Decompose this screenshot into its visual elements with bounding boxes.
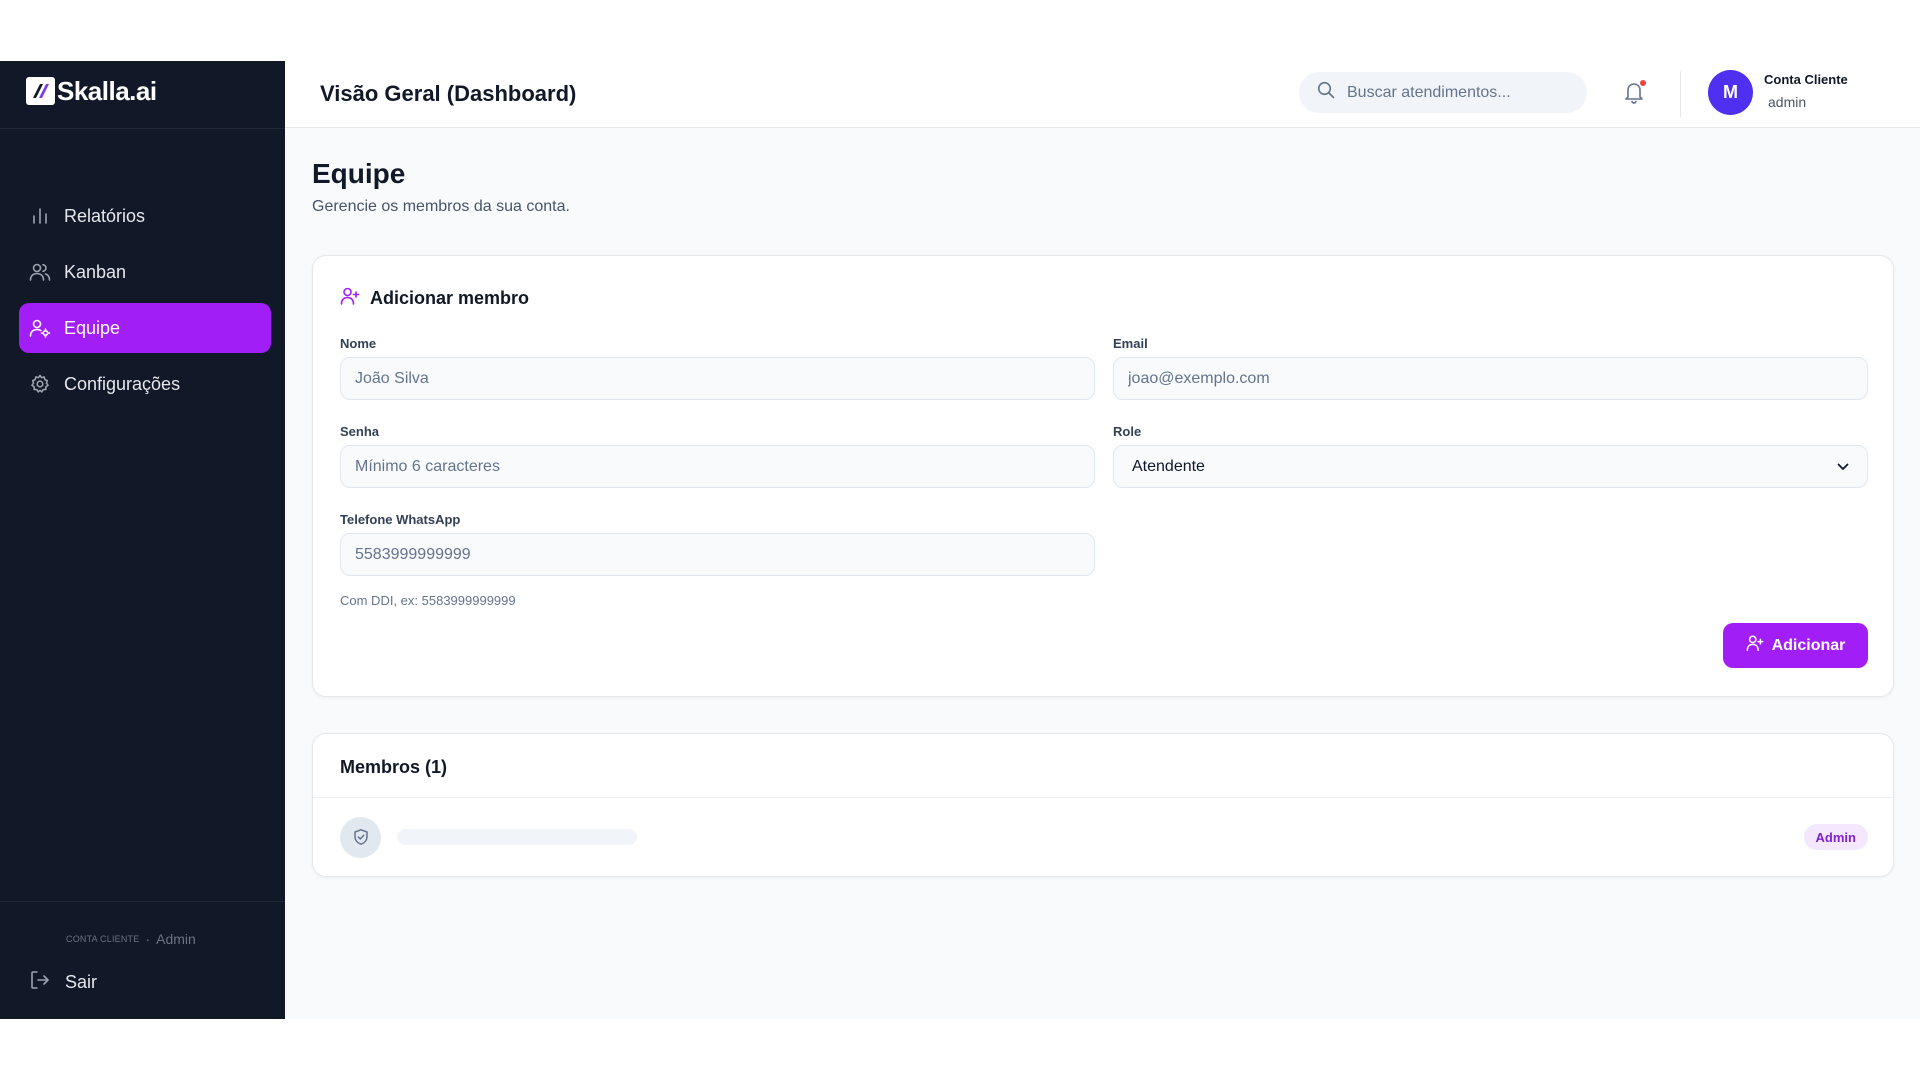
email-field-group: Email [1113,336,1868,400]
user-cog-icon [29,317,51,339]
role-badge: Admin [1803,824,1868,850]
page-title: Equipe [312,158,406,189]
shield-check-icon [353,829,368,845]
logout-label: Sair [65,972,98,992]
sidebar-item-relatorios[interactable]: Relatórios [19,191,271,241]
account-label: CONTA CLIENTE [66,934,140,944]
sidebar-item-label: Kanban [64,261,127,282]
list-item[interactable]: Admin [340,816,1868,858]
phone-label: Telefone WhatsApp [340,512,461,527]
gear-icon [29,373,51,395]
phone-field-group: Telefone WhatsApp [340,512,1095,576]
divider [313,797,1893,798]
email-label: Email [1113,336,1148,351]
members-card: Membros (1) Admin [312,733,1894,877]
phone-helper-text: Com DDI, ex: 5583999999999 [340,593,516,608]
password-input[interactable] [340,445,1095,488]
logo-mark-icon [26,77,55,105]
sidebar-nav: Relatórios Kanban Equipe Configurações [19,191,271,415]
avatar[interactable]: M [1708,70,1753,115]
search-input[interactable] [1347,83,1567,102]
user-plus-icon [1746,634,1764,657]
account-separator: · [145,931,151,947]
chevron-down-icon [1837,458,1849,476]
add-member-card: Adicionar membro Nome Email Senha Role A… [312,255,1894,697]
role-select[interactable]: Atendente [1113,445,1868,488]
divider [0,128,285,129]
account-info: CONTA CLIENTE · Admin [66,931,196,947]
password-label: Senha [340,424,380,439]
sidebar-item-label: Relatórios [64,205,146,226]
name-label: Nome [340,336,377,351]
member-name-placeholder [397,829,637,845]
members-title: Membros (1) [340,757,448,777]
logout-button[interactable]: Sair [29,969,97,996]
sidebar-item-label: Equipe [64,317,121,338]
role-select-value: Atendente [1132,457,1205,475]
add-member-button-label: Adicionar [1771,636,1846,654]
brand-logo[interactable]: Skalla.ai [26,76,157,106]
name-input[interactable] [340,357,1095,400]
notifications-button[interactable] [1622,79,1648,105]
phone-input[interactable] [340,533,1095,576]
users-icon [29,261,51,283]
sidebar-item-label: Configurações [64,373,181,394]
member-avatar [340,816,381,858]
name-field-group: Nome [340,336,1095,400]
account-role: Admin [156,931,196,947]
brand-name: Skalla.ai [57,75,157,106]
user-role: admin [1768,94,1807,110]
email-input[interactable] [1113,357,1868,400]
page-subtitle: Gerencie os membros da sua conta. [312,198,570,215]
add-member-title-text: Adicionar membro [370,288,530,308]
add-member-button[interactable]: Adicionar [1723,623,1868,668]
role-label: Role [1113,424,1142,439]
main-content: Visão Geral (Dashboard) M Conta Client [285,61,1920,1019]
sidebar-item-equipe[interactable]: Equipe [19,303,271,353]
sidebar: Skalla.ai Relatórios Kanban Equipe Confi… [0,61,285,1019]
sidebar-item-kanban[interactable]: Kanban [19,247,271,297]
divider [0,901,285,902]
logout-icon [29,969,51,996]
search-icon [1317,81,1335,104]
role-field-group: Role Atendente [1113,424,1868,488]
header-title: Visão Geral (Dashboard) [320,81,577,106]
divider [1680,71,1681,117]
app-shell: Skalla.ai Relatórios Kanban Equipe Confi… [0,61,1920,1019]
search-bar [1299,72,1587,113]
user-name: Conta Cliente [1764,72,1848,87]
user-plus-icon [340,286,360,311]
bar-chart-icon [29,205,51,227]
top-header: Visão Geral (Dashboard) M Conta Client [285,61,1920,128]
password-field-group: Senha [340,424,1095,488]
sidebar-item-configuracoes[interactable]: Configurações [19,359,271,409]
notification-dot [1640,80,1646,86]
add-member-title: Adicionar membro [340,286,529,311]
